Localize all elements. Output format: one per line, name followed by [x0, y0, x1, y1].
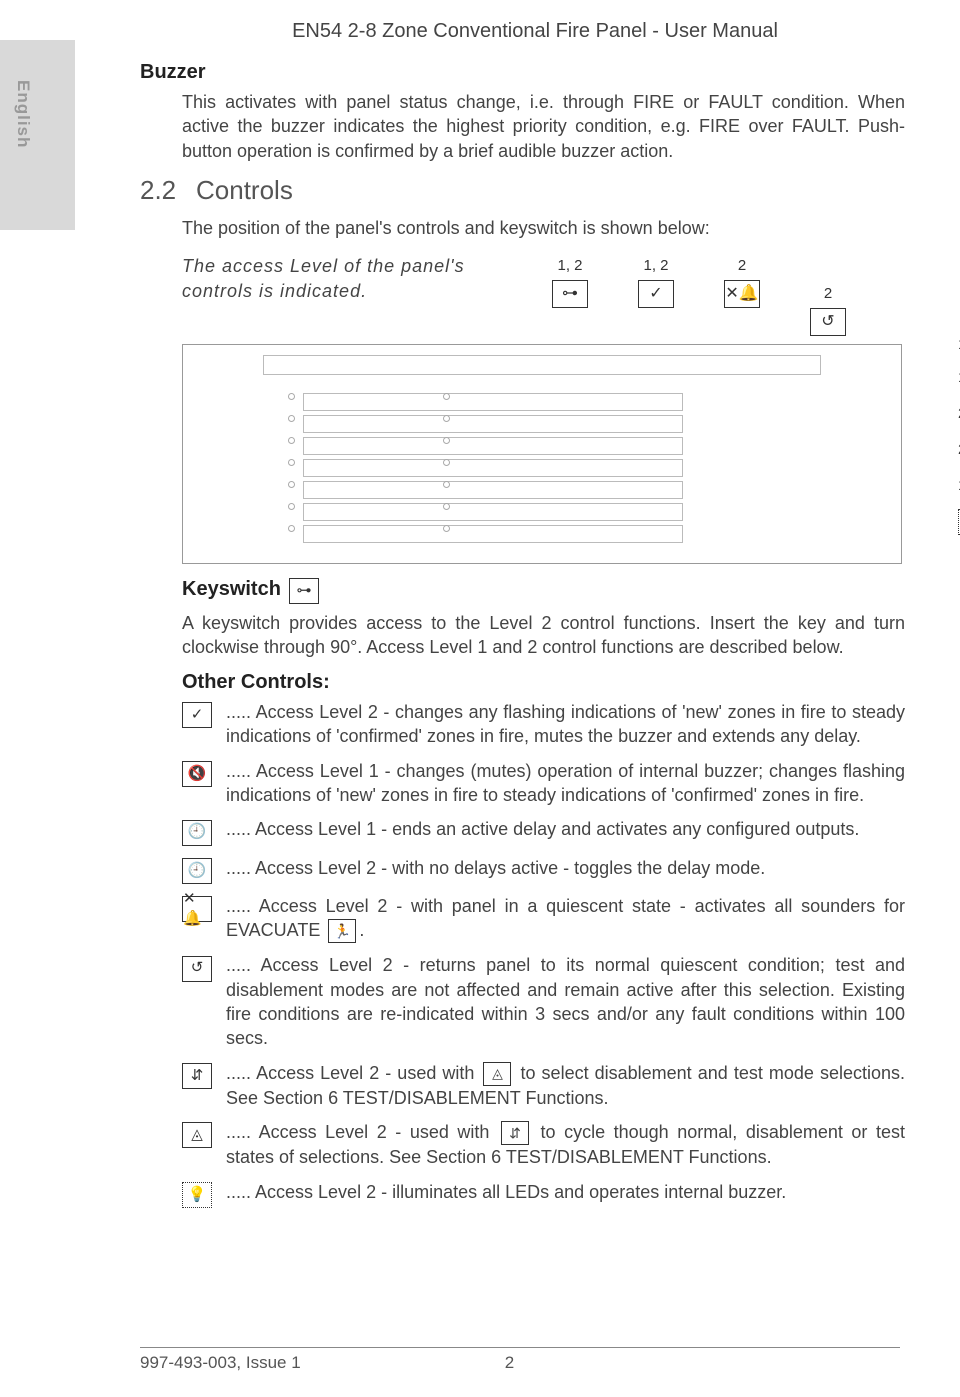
- top-label-extra: 2: [810, 284, 846, 304]
- clock-icon: 🕘: [182, 820, 212, 846]
- diagram-caption: The access Level of the panel's controls…: [182, 254, 522, 303]
- reset-icon-top: ↺: [810, 308, 846, 336]
- check-icon: ✓: [638, 280, 674, 308]
- control-row: 🕘 Access Level 2 - with no delays active …: [182, 856, 905, 884]
- keyswitch-icon: ⊶: [289, 578, 319, 604]
- other-controls-heading: Other Controls:: [182, 669, 905, 696]
- panel-outline: 1 1🔇 2🕘 2⇵ 1, 2◬ 💡: [182, 344, 902, 564]
- control-text: Access Level 2 - with no delays active -…: [226, 856, 905, 880]
- control-text: Access Level 2 - used with ⇵ to cycle th…: [226, 1120, 905, 1170]
- inline-icon: ◬: [483, 1062, 511, 1086]
- key-icon: ⊶: [552, 280, 588, 308]
- control-row: ✓ Access Level 2 - changes any flashing i…: [182, 700, 905, 749]
- control-row: ◬ Access Level 2 - used with ⇵ to cycle t…: [182, 1120, 905, 1170]
- control-row: 💡 Access Level 2 - illuminates all LEDs a…: [182, 1180, 905, 1208]
- control-text: Access Level 2 - used with ◬ to select d…: [226, 1061, 905, 1111]
- buzzer-heading: Buzzer: [140, 59, 905, 86]
- scroll-icon: ⇵: [182, 1063, 212, 1089]
- control-text: Access Level 2 - illuminates all LEDs an…: [226, 1180, 905, 1204]
- footer-page: 2: [505, 1352, 514, 1375]
- control-row: ✕🔔 Access Level 2 - with panel in a quies…: [182, 894, 905, 944]
- keyswitch-text: A keyswitch provides access to the Level…: [182, 611, 905, 660]
- sounder-x-icon: ✕🔔: [724, 280, 760, 308]
- section-intro: The position of the panel's controls and…: [182, 216, 905, 240]
- lamp-icon: 💡: [182, 1182, 212, 1208]
- control-row: ⇵ Access Level 2 - used with ◬ to select …: [182, 1061, 905, 1111]
- keyswitch-heading: Keyswitch: [182, 576, 281, 603]
- buzzer-text: This activates with panel status change,…: [182, 90, 905, 163]
- section-number: 2.2: [140, 173, 180, 208]
- check-icon: ✓: [182, 702, 212, 728]
- controls-diagram: The access Level of the panel's controls…: [182, 254, 905, 563]
- control-text: Access Level 1 - changes (mutes) operati…: [226, 759, 905, 808]
- language-label: English: [11, 80, 34, 148]
- nav-icon: ◬: [182, 1122, 212, 1148]
- control-text: Access Level 1 - ends an active delay an…: [226, 817, 905, 841]
- page-header: EN54 2-8 Zone Conventional Fire Panel - …: [165, 18, 905, 45]
- control-row: 🕘 Access Level 1 - ends an active delay a…: [182, 817, 905, 845]
- control-text: Access Level 2 - with panel in a quiesce…: [226, 894, 905, 944]
- sounder-silence-icon: ✕🔔: [182, 896, 212, 922]
- control-row: 🔇 Access Level 1 - changes (mutes) operat…: [182, 759, 905, 808]
- control-row: ↺ Access Level 2 - returns panel to its n…: [182, 953, 905, 1050]
- page-footer: 997-493-003, Issue 1 2: [140, 1347, 900, 1375]
- control-text: Access Level 2 - changes any flashing in…: [226, 700, 905, 749]
- reset-icon: ↺: [182, 956, 212, 982]
- inline-icon: 🏃: [328, 919, 356, 943]
- control-text: Access Level 2 - returns panel to its no…: [226, 953, 905, 1050]
- top-label-2: 1, 2: [638, 256, 674, 276]
- mute-icon: 🔇: [182, 761, 212, 787]
- top-label-3: 2: [724, 256, 760, 276]
- top-label-1: 1, 2: [552, 256, 588, 276]
- clock-icon-2: 🕘: [182, 858, 212, 884]
- section-title: Controls: [196, 173, 293, 208]
- footer-doc: 997-493-003, Issue 1: [140, 1352, 301, 1375]
- inline-icon: ⇵: [501, 1121, 529, 1145]
